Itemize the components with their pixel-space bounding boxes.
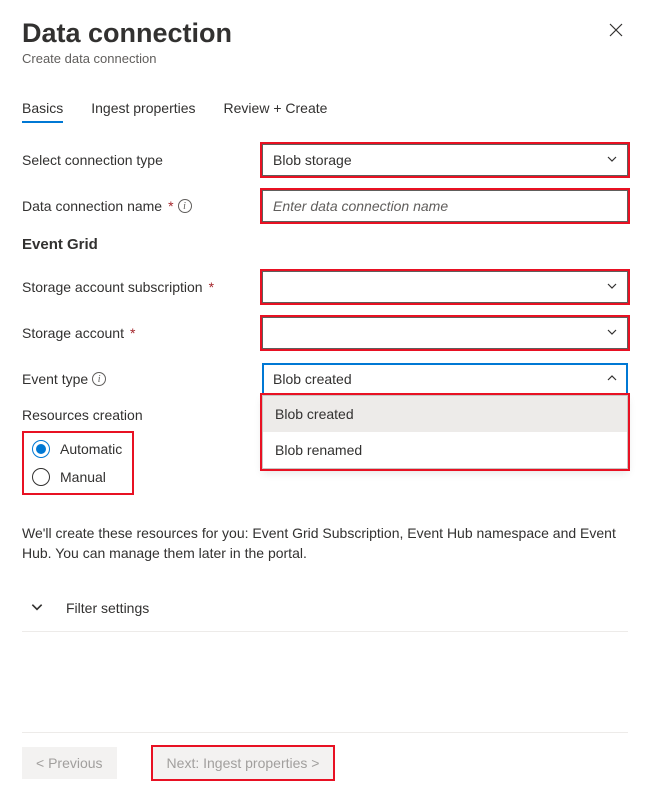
close-button[interactable] — [604, 18, 628, 47]
tab-basics[interactable]: Basics — [22, 94, 63, 122]
tab-review-create[interactable]: Review + Create — [224, 94, 328, 122]
event-type-option-blob-renamed[interactable]: Blob renamed — [263, 432, 627, 468]
connection-name-input[interactable] — [262, 190, 628, 222]
next-button[interactable]: Next: Ingest properties > — [153, 747, 334, 779]
filter-settings-label: Filter settings — [66, 600, 149, 616]
connection-name-label: Data connection name * i — [22, 198, 262, 214]
required-indicator: * — [209, 279, 214, 295]
connection-type-select[interactable]: Blob storage — [262, 144, 628, 176]
filter-settings-toggle[interactable]: Filter settings — [22, 586, 628, 632]
page-subtitle: Create data connection — [22, 51, 232, 66]
chevron-down-icon — [30, 600, 44, 617]
radio-icon-checked — [32, 440, 50, 458]
previous-button[interactable]: < Previous — [22, 747, 117, 779]
radio-automatic[interactable]: Automatic — [26, 435, 128, 463]
resources-creation-label: Resources creation — [22, 407, 262, 423]
page-title: Data connection — [22, 18, 232, 49]
close-icon — [608, 22, 624, 38]
helper-text: We'll create these resources for you: Ev… — [22, 523, 628, 564]
storage-account-label: Storage account * — [22, 325, 262, 341]
info-icon[interactable]: i — [92, 372, 106, 386]
required-indicator: * — [168, 198, 173, 214]
subscription-select[interactable] — [262, 271, 628, 303]
event-type-label: Event type i — [22, 371, 262, 387]
required-indicator: * — [130, 325, 135, 341]
event-grid-heading: Event Grid — [22, 236, 628, 253]
info-icon[interactable]: i — [178, 199, 192, 213]
subscription-label: Storage account subscription * — [22, 279, 262, 295]
radio-manual[interactable]: Manual — [26, 463, 128, 491]
tabs: Basics Ingest properties Review + Create — [22, 94, 628, 122]
event-type-select[interactable]: Blob created — [262, 363, 628, 395]
storage-account-select[interactable] — [262, 317, 628, 349]
event-type-option-blob-created[interactable]: Blob created — [263, 396, 627, 432]
connection-type-label: Select connection type — [22, 152, 262, 168]
radio-icon-unchecked — [32, 468, 50, 486]
event-type-dropdown: Blob created Blob renamed — [262, 395, 628, 469]
tab-ingest-properties[interactable]: Ingest properties — [91, 94, 195, 122]
